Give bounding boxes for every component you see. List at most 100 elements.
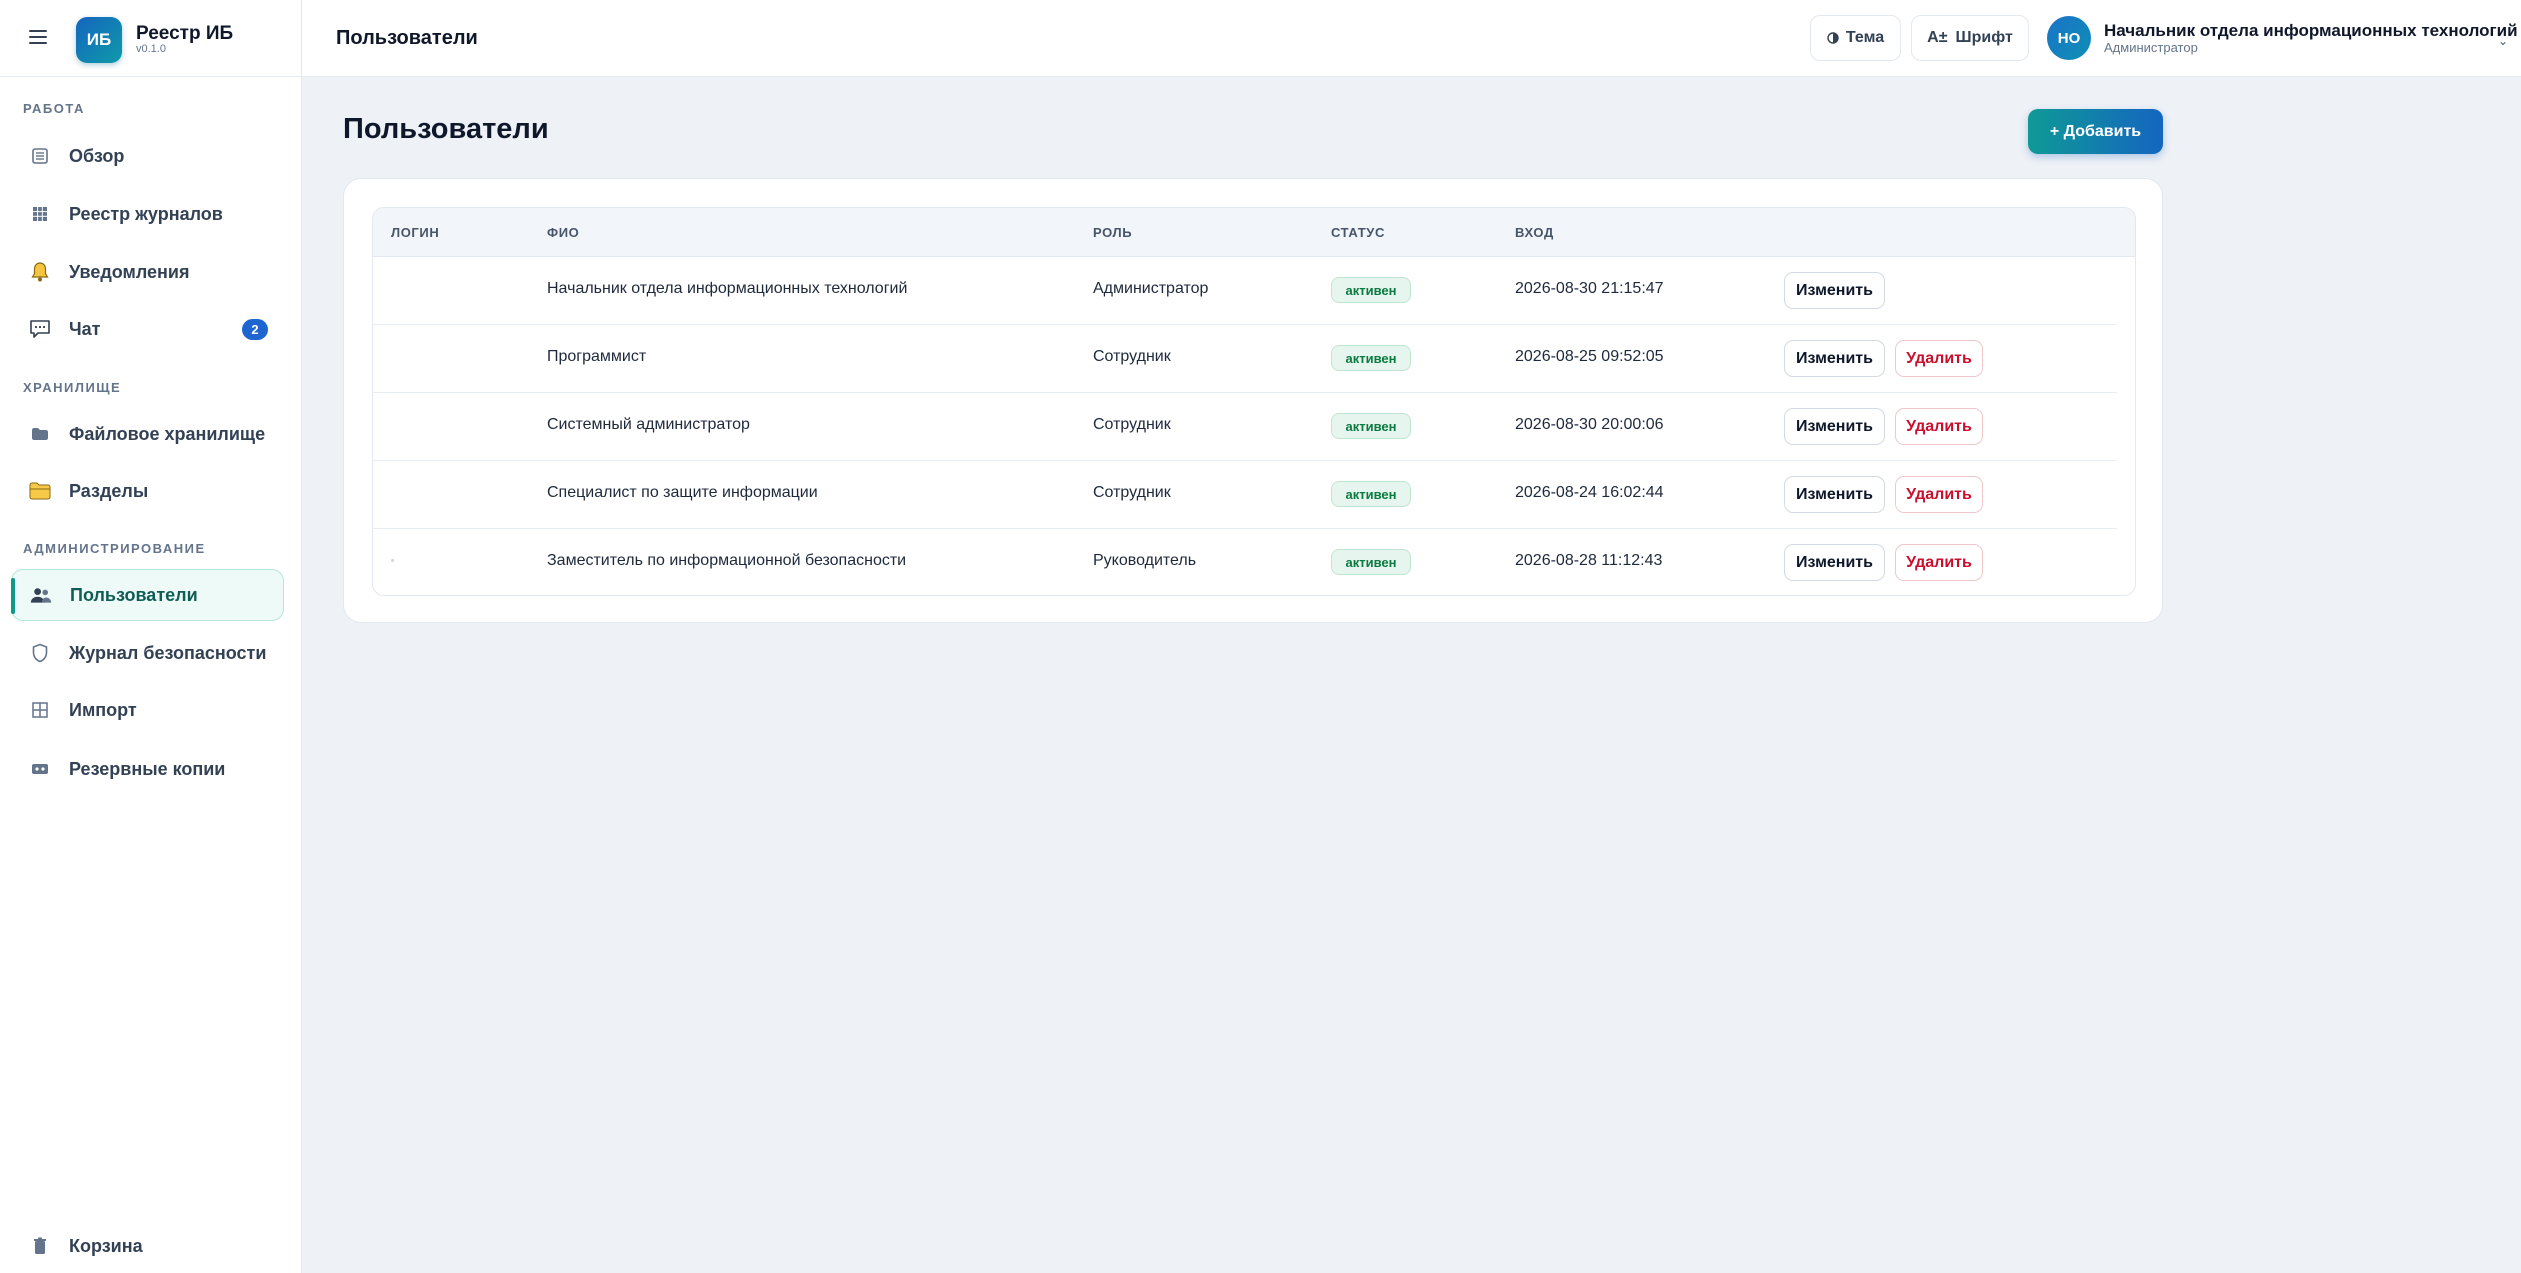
- table-header: ЛОГИН ФИО РОЛЬ СТАТУС ВХОД: [373, 208, 2135, 257]
- section-admin: АДМИНИСТРИРОВАНИЕ: [23, 541, 206, 556]
- sidebar-item-import[interactable]: Импорт: [11, 684, 284, 736]
- shield-icon: [29, 642, 51, 664]
- theme-icon: [1827, 32, 1839, 44]
- sidebar-item-label: Импорт: [69, 699, 137, 720]
- delete-button[interactable]: Удалить: [1895, 340, 1983, 377]
- cell-name: Начальник отдела информационных технолог…: [547, 280, 908, 297]
- column-header-role[interactable]: РОЛЬ: [1093, 225, 1132, 240]
- column-header-name[interactable]: ФИО: [547, 225, 579, 240]
- table-row: Системный администратор Сотрудник активе…: [373, 392, 2117, 461]
- page-title: Пользователи: [343, 113, 549, 145]
- sidebar-item-label: Журнал безопасности: [69, 642, 267, 663]
- table-row: Специалист по защите информации Сотрудни…: [373, 460, 2117, 529]
- import-icon: [29, 699, 51, 721]
- sidebar-item-notifications[interactable]: Уведомления: [11, 246, 284, 298]
- sidebar-item-label: Корзина: [69, 1235, 143, 1256]
- cell-role: Администратор: [1093, 280, 1209, 297]
- sidebar-item-label: Пользователи: [70, 584, 198, 605]
- edit-button[interactable]: Изменить: [1784, 272, 1885, 309]
- section-storage: ХРАНИЛИЩЕ: [23, 380, 122, 395]
- users-icon: [30, 584, 52, 606]
- add-user-button[interactable]: + Добавить: [2028, 109, 2163, 154]
- grid-icon: [29, 203, 51, 225]
- user-name[interactable]: Начальник отдела информационных технолог…: [2104, 21, 2518, 41]
- cell-last-login: 2026-08-30 20:00:06: [1515, 416, 1664, 433]
- font-button[interactable]: A± Шрифт: [1911, 15, 2029, 61]
- sidebar-brand: ИБ Реестр ИБ v0.1.0: [0, 0, 302, 77]
- sidebar-item-label: Уведомления: [69, 261, 190, 282]
- list-icon: [29, 145, 51, 167]
- font-size-icon: A±: [1927, 29, 1948, 46]
- app-logo: ИБ: [76, 17, 122, 63]
- status-badge: активен: [1331, 345, 1411, 371]
- row-marker: [391, 559, 394, 562]
- sidebar-item-label: Чат: [69, 318, 101, 339]
- cell-last-login: 2026-08-25 09:52:05: [1515, 348, 1664, 365]
- cell-name: Системный администратор: [547, 416, 750, 433]
- sidebar-item-trash[interactable]: Корзина: [11, 1220, 284, 1272]
- edit-button[interactable]: Изменить: [1784, 476, 1885, 513]
- chat-icon: [29, 318, 51, 340]
- font-label: Шрифт: [1955, 29, 2013, 46]
- column-header-login-time[interactable]: ВХОД: [1515, 225, 1554, 240]
- avatar[interactable]: НО: [2047, 16, 2091, 60]
- status-badge: активен: [1331, 413, 1411, 439]
- column-header-status[interactable]: СТАТУС: [1331, 225, 1385, 240]
- table-row: Начальник отдела информационных технолог…: [373, 256, 2117, 325]
- cell-name: Заместитель по информационной безопаснос…: [547, 552, 907, 569]
- top-header: Пользователи Тема A± Шрифт НО Начальник …: [302, 0, 2521, 77]
- delete-button[interactable]: Удалить: [1895, 544, 1983, 581]
- sidebar-item-security-log[interactable]: Журнал безопасности: [11, 627, 284, 679]
- sidebar-item-overview[interactable]: Обзор: [11, 130, 284, 182]
- sidebar-item-file-storage[interactable]: Файловое хранилище: [11, 408, 284, 460]
- sidebar-item-backups[interactable]: Резервные копии: [11, 743, 284, 795]
- user-role: Администратор: [2104, 40, 2198, 55]
- chat-unread-badge: 2: [242, 319, 268, 340]
- status-badge: активен: [1331, 481, 1411, 507]
- app-version: v0.1.0: [136, 43, 166, 55]
- sidebar-item-label: Разделы: [69, 480, 149, 501]
- cell-last-login: 2026-08-24 16:02:44: [1515, 484, 1664, 501]
- cell-name: Специалист по защите информации: [547, 484, 818, 501]
- sidebar-item-label: Резервные копии: [69, 758, 226, 779]
- cell-role: Сотрудник: [1093, 348, 1171, 365]
- backup-icon: [29, 758, 51, 780]
- app-name: Реестр ИБ: [136, 23, 234, 44]
- sidebar-item-label: Реестр журналов: [69, 203, 223, 224]
- menu-icon[interactable]: [29, 26, 47, 48]
- sidebar: ИБ Реестр ИБ v0.1.0 РАБОТА Обзор Реестр …: [0, 0, 302, 1273]
- trash-icon: [29, 1235, 51, 1257]
- cell-role: Сотрудник: [1093, 416, 1171, 433]
- users-card: ЛОГИН ФИО РОЛЬ СТАТУС ВХОД Начальник отд…: [343, 178, 2163, 623]
- sidebar-item-journals[interactable]: Реестр журналов: [11, 188, 284, 240]
- cell-last-login: 2026-08-30 21:15:47: [1515, 280, 1664, 297]
- sidebar-item-sections[interactable]: Разделы: [11, 465, 284, 517]
- sidebar-item-label: Файловое хранилище: [69, 423, 266, 444]
- edit-button[interactable]: Изменить: [1784, 340, 1885, 377]
- delete-button[interactable]: Удалить: [1895, 476, 1983, 513]
- status-badge: активен: [1331, 277, 1411, 303]
- theme-button[interactable]: Тема: [1810, 15, 1901, 61]
- sidebar-item-chat[interactable]: Чат 2: [11, 303, 284, 355]
- header-title: Пользователи: [336, 27, 478, 49]
- table-row: Заместитель по информационной безопаснос…: [373, 528, 2117, 595]
- edit-button[interactable]: Изменить: [1784, 408, 1885, 445]
- cell-role: Руководитель: [1093, 552, 1197, 569]
- sidebar-item-label: Обзор: [69, 145, 125, 166]
- status-badge: активен: [1331, 549, 1411, 575]
- folder-icon: [29, 480, 51, 502]
- delete-button[interactable]: Удалить: [1895, 408, 1983, 445]
- cell-last-login: 2026-08-28 11:12:43: [1515, 552, 1663, 569]
- users-table: ЛОГИН ФИО РОЛЬ СТАТУС ВХОД Начальник отд…: [372, 207, 2136, 596]
- cell-role: Сотрудник: [1093, 484, 1171, 501]
- edit-button[interactable]: Изменить: [1784, 544, 1885, 581]
- column-header-login[interactable]: ЛОГИН: [391, 225, 439, 240]
- storage-icon: [29, 423, 51, 445]
- section-work: РАБОТА: [23, 101, 85, 116]
- chevron-down-icon[interactable]: ⌄: [2498, 34, 2508, 48]
- bell-icon: [29, 261, 51, 283]
- table-row: Программист Сотрудник активен 2026-08-25…: [373, 324, 2117, 393]
- sidebar-item-users[interactable]: Пользователи: [11, 569, 284, 621]
- cell-name: Программист: [547, 348, 647, 365]
- theme-label: Тема: [1845, 29, 1885, 46]
